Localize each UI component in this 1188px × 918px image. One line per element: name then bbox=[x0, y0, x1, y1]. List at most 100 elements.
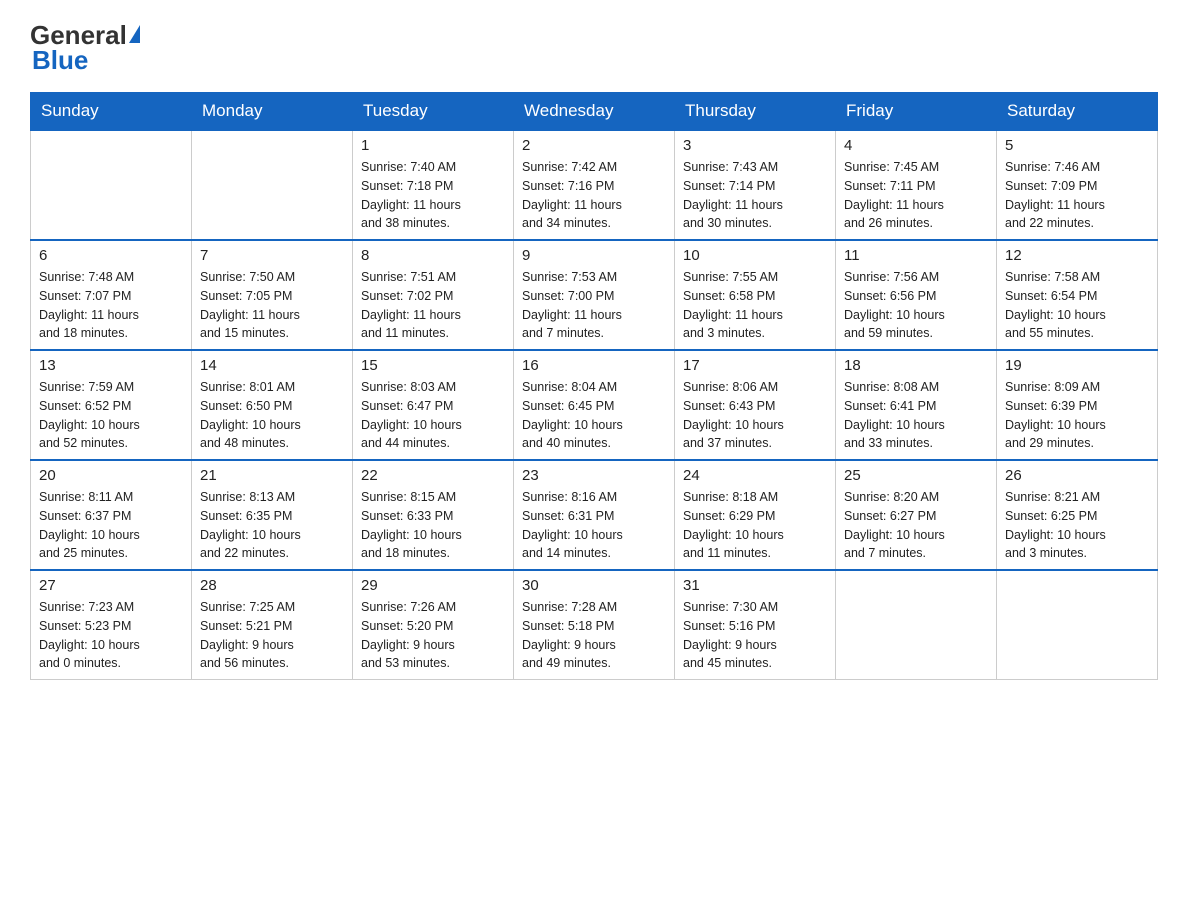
calendar-cell: 1 Sunrise: 7:40 AMSunset: 7:18 PMDaylight… bbox=[353, 130, 514, 240]
day-info: Sunrise: 7:40 AMSunset: 7:18 PMDaylight:… bbox=[361, 158, 505, 233]
calendar-cell: 28 Sunrise: 7:25 AMSunset: 5:21 PMDayligh… bbox=[192, 570, 353, 680]
day-info: Sunrise: 7:43 AMSunset: 7:14 PMDaylight:… bbox=[683, 158, 827, 233]
day-info: Sunrise: 8:21 AMSunset: 6:25 PMDaylight:… bbox=[1005, 488, 1149, 563]
day-header-sunday: Sunday bbox=[31, 93, 192, 131]
day-number: 16 bbox=[522, 357, 666, 374]
calendar-cell: 24Sunrise: 8:18 AMSunset: 6:29 PMDayligh… bbox=[675, 460, 836, 570]
day-number: 28 bbox=[200, 577, 344, 594]
day-info: Sunrise: 8:04 AMSunset: 6:45 PMDaylight:… bbox=[522, 378, 666, 453]
calendar-cell: 15 Sunrise: 8:03 AMSunset: 6:47 PMDayligh… bbox=[353, 350, 514, 460]
day-number: 30 bbox=[522, 577, 666, 594]
week-row-5: 27 Sunrise: 7:23 AMSunset: 5:23 PMDayligh… bbox=[31, 570, 1158, 680]
calendar-cell: 5 Sunrise: 7:46 AMSunset: 7:09 PMDaylight… bbox=[997, 130, 1158, 240]
day-info: Sunrise: 7:56 AMSunset: 6:56 PMDaylight:… bbox=[844, 268, 988, 343]
calendar-cell: 7 Sunrise: 7:50 AMSunset: 7:05 PMDaylight… bbox=[192, 240, 353, 350]
calendar-cell: 9Sunrise: 7:53 AMSunset: 7:00 PMDaylight… bbox=[514, 240, 675, 350]
calendar-cell: 8 Sunrise: 7:51 AMSunset: 7:02 PMDaylight… bbox=[353, 240, 514, 350]
day-info: Sunrise: 7:28 AMSunset: 5:18 PMDaylight:… bbox=[522, 598, 666, 673]
day-info: Sunrise: 7:55 AMSunset: 6:58 PMDaylight:… bbox=[683, 268, 827, 343]
day-number: 20 bbox=[39, 467, 183, 484]
calendar-cell: 18 Sunrise: 8:08 AMSunset: 6:41 PMDayligh… bbox=[836, 350, 997, 460]
day-info: Sunrise: 8:20 AMSunset: 6:27 PMDaylight:… bbox=[844, 488, 988, 563]
day-header-monday: Monday bbox=[192, 93, 353, 131]
day-number: 2 bbox=[522, 137, 666, 154]
calendar-cell: 6 Sunrise: 7:48 AMSunset: 7:07 PMDaylight… bbox=[31, 240, 192, 350]
logo-triangle-icon bbox=[129, 25, 140, 43]
calendar-cell: 22Sunrise: 8:15 AMSunset: 6:33 PMDayligh… bbox=[353, 460, 514, 570]
calendar-cell bbox=[192, 130, 353, 240]
day-info: Sunrise: 7:48 AMSunset: 7:07 PMDaylight:… bbox=[39, 268, 183, 343]
day-number: 24 bbox=[683, 467, 827, 484]
day-info: Sunrise: 7:58 AMSunset: 6:54 PMDaylight:… bbox=[1005, 268, 1149, 343]
day-header-saturday: Saturday bbox=[997, 93, 1158, 131]
day-info: Sunrise: 7:59 AMSunset: 6:52 PMDaylight:… bbox=[39, 378, 183, 453]
day-info: Sunrise: 7:51 AMSunset: 7:02 PMDaylight:… bbox=[361, 268, 505, 343]
day-number: 6 bbox=[39, 247, 183, 264]
day-info: Sunrise: 8:08 AMSunset: 6:41 PMDaylight:… bbox=[844, 378, 988, 453]
day-info: Sunrise: 8:13 AMSunset: 6:35 PMDaylight:… bbox=[200, 488, 344, 563]
week-row-3: 13 Sunrise: 7:59 AMSunset: 6:52 PMDayligh… bbox=[31, 350, 1158, 460]
day-info: Sunrise: 7:46 AMSunset: 7:09 PMDaylight:… bbox=[1005, 158, 1149, 233]
day-info: Sunrise: 8:03 AMSunset: 6:47 PMDaylight:… bbox=[361, 378, 505, 453]
day-info: Sunrise: 8:06 AMSunset: 6:43 PMDaylight:… bbox=[683, 378, 827, 453]
day-info: Sunrise: 7:50 AMSunset: 7:05 PMDaylight:… bbox=[200, 268, 344, 343]
week-row-4: 20 Sunrise: 8:11 AMSunset: 6:37 PMDayligh… bbox=[31, 460, 1158, 570]
logo-blue-label: Blue bbox=[32, 45, 88, 76]
day-number: 19 bbox=[1005, 357, 1149, 374]
day-number: 22 bbox=[361, 467, 505, 484]
day-number: 8 bbox=[361, 247, 505, 264]
day-number: 27 bbox=[39, 577, 183, 594]
calendar-cell: 17 Sunrise: 8:06 AMSunset: 6:43 PMDayligh… bbox=[675, 350, 836, 460]
day-number: 11 bbox=[844, 247, 988, 264]
day-number: 10 bbox=[683, 247, 827, 264]
day-number: 14 bbox=[200, 357, 344, 374]
day-info: Sunrise: 8:01 AMSunset: 6:50 PMDaylight:… bbox=[200, 378, 344, 453]
day-number: 3 bbox=[683, 137, 827, 154]
day-info: Sunrise: 7:30 AMSunset: 5:16 PMDaylight:… bbox=[683, 598, 827, 673]
day-number: 1 bbox=[361, 137, 505, 154]
week-row-1: 1 Sunrise: 7:40 AMSunset: 7:18 PMDaylight… bbox=[31, 130, 1158, 240]
calendar-cell: 3 Sunrise: 7:43 AMSunset: 7:14 PMDaylight… bbox=[675, 130, 836, 240]
calendar-cell: 21 Sunrise: 8:13 AMSunset: 6:35 PMDayligh… bbox=[192, 460, 353, 570]
day-number: 13 bbox=[39, 357, 183, 374]
calendar-cell: 26 Sunrise: 8:21 AMSunset: 6:25 PMDayligh… bbox=[997, 460, 1158, 570]
day-header-friday: Friday bbox=[836, 93, 997, 131]
day-number: 12 bbox=[1005, 247, 1149, 264]
day-info: Sunrise: 7:25 AMSunset: 5:21 PMDaylight:… bbox=[200, 598, 344, 673]
calendar-cell: 12 Sunrise: 7:58 AMSunset: 6:54 PMDayligh… bbox=[997, 240, 1158, 350]
calendar-cell: 20 Sunrise: 8:11 AMSunset: 6:37 PMDayligh… bbox=[31, 460, 192, 570]
day-number: 29 bbox=[361, 577, 505, 594]
calendar-header-row: SundayMondayTuesdayWednesdayThursdayFrid… bbox=[31, 93, 1158, 131]
day-number: 26 bbox=[1005, 467, 1149, 484]
calendar-cell: 11 Sunrise: 7:56 AMSunset: 6:56 PMDayligh… bbox=[836, 240, 997, 350]
day-number: 4 bbox=[844, 137, 988, 154]
day-number: 21 bbox=[200, 467, 344, 484]
calendar-cell bbox=[31, 130, 192, 240]
day-number: 9 bbox=[522, 247, 666, 264]
day-number: 15 bbox=[361, 357, 505, 374]
calendar-cell: 10 Sunrise: 7:55 AMSunset: 6:58 PMDayligh… bbox=[675, 240, 836, 350]
day-info: Sunrise: 8:11 AMSunset: 6:37 PMDaylight:… bbox=[39, 488, 183, 563]
calendar-cell: 29 Sunrise: 7:26 AMSunset: 5:20 PMDayligh… bbox=[353, 570, 514, 680]
logo: General Blue bbox=[30, 20, 142, 76]
day-number: 5 bbox=[1005, 137, 1149, 154]
day-number: 17 bbox=[683, 357, 827, 374]
day-header-thursday: Thursday bbox=[675, 93, 836, 131]
calendar-cell: 19 Sunrise: 8:09 AMSunset: 6:39 PMDayligh… bbox=[997, 350, 1158, 460]
calendar-cell: 14 Sunrise: 8:01 AMSunset: 6:50 PMDayligh… bbox=[192, 350, 353, 460]
calendar-cell: 4Sunrise: 7:45 AMSunset: 7:11 PMDaylight… bbox=[836, 130, 997, 240]
day-number: 23 bbox=[522, 467, 666, 484]
calendar-cell: 31Sunrise: 7:30 AMSunset: 5:16 PMDayligh… bbox=[675, 570, 836, 680]
calendar-cell: 16 Sunrise: 8:04 AMSunset: 6:45 PMDayligh… bbox=[514, 350, 675, 460]
day-number: 18 bbox=[844, 357, 988, 374]
calendar-table: SundayMondayTuesdayWednesdayThursdayFrid… bbox=[30, 92, 1158, 680]
day-info: Sunrise: 8:09 AMSunset: 6:39 PMDaylight:… bbox=[1005, 378, 1149, 453]
day-info: Sunrise: 7:42 AMSunset: 7:16 PMDaylight:… bbox=[522, 158, 666, 233]
day-info: Sunrise: 7:26 AMSunset: 5:20 PMDaylight:… bbox=[361, 598, 505, 673]
day-header-wednesday: Wednesday bbox=[514, 93, 675, 131]
calendar-cell: 27 Sunrise: 7:23 AMSunset: 5:23 PMDayligh… bbox=[31, 570, 192, 680]
calendar-cell: 13 Sunrise: 7:59 AMSunset: 6:52 PMDayligh… bbox=[31, 350, 192, 460]
day-info: Sunrise: 8:16 AMSunset: 6:31 PMDaylight:… bbox=[522, 488, 666, 563]
day-info: Sunrise: 7:23 AMSunset: 5:23 PMDaylight:… bbox=[39, 598, 183, 673]
day-number: 7 bbox=[200, 247, 344, 264]
